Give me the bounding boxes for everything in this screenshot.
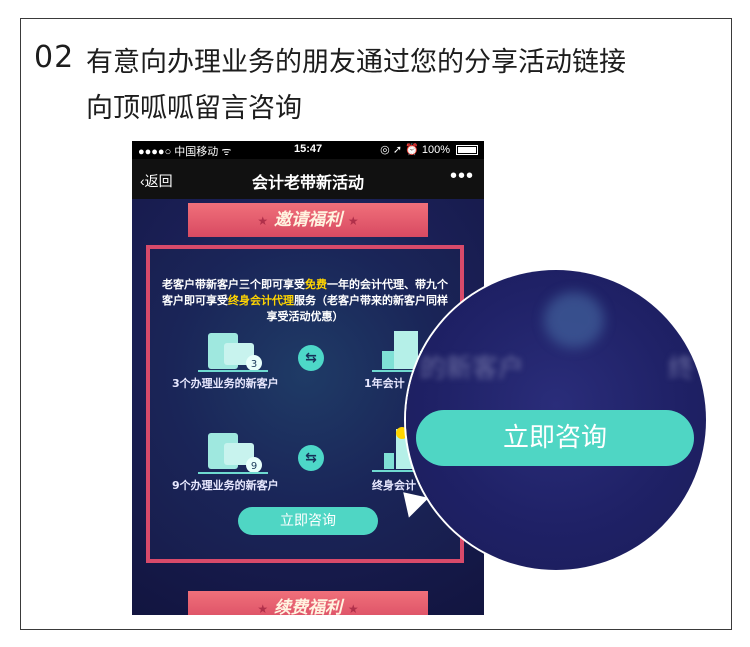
star-icon: ★ — [347, 214, 359, 228]
item-label-9-clients: 9个办理业务的新客户 — [172, 479, 279, 492]
benefit-intro: 老客户带新客户三个即可享受免费一年的会计代理、带九个客户即可享受终身会计代理服务… — [160, 277, 450, 325]
renewal-benefit-ribbon: ★ 续费福利 ★ — [188, 591, 428, 615]
item-label-1-year: 1年会计 — [364, 377, 405, 390]
exchange-icon: ⇆ — [298, 445, 324, 471]
step-number: 02 — [34, 40, 75, 75]
doc-badge: 9 — [251, 461, 257, 472]
nav-bar: ‹返回 会计老带新活动 ••• — [132, 159, 484, 199]
invite-benefit-ribbon: ★ 邀请福利 ★ — [188, 203, 428, 237]
caption-line-2: 向顶呱呱留言咨询 — [86, 93, 302, 124]
ribbon-label: 续费福利 — [274, 598, 342, 615]
blurred-label: 的新客户 — [420, 354, 525, 384]
nav-title: 会计老带新活动 — [251, 175, 364, 192]
documents-icon: 9 — [198, 433, 268, 474]
documents-icon: 3 — [198, 333, 268, 372]
battery-icon — [456, 145, 478, 155]
star-icon: ★ — [257, 602, 269, 615]
item-label-3-clients: 3个办理业务的新客户 — [172, 377, 279, 390]
blurred-label: 终 — [668, 354, 695, 384]
consult-now-button[interactable]: 立即咨询 — [238, 507, 378, 535]
intro-text: 老客户带新客户三个即可享受 — [162, 278, 305, 291]
status-bar: ●●●●○ 中国移动 ᯤ 15:47 ◎ ➚ ⏰ 100% — [132, 141, 484, 159]
status-time: 15:47 — [294, 143, 323, 155]
status-indicators: ◎ ➚ ⏰ 100% — [380, 144, 450, 156]
star-icon: ★ — [257, 214, 269, 228]
doc-badge: 3 — [251, 359, 257, 370]
magnifier-callout: 的新客户 终 立即咨询 — [406, 270, 706, 570]
carrier-label: ●●●●○ 中国移动 ᯤ — [138, 146, 232, 158]
consult-now-button-zoomed[interactable]: 立即咨询 — [416, 410, 694, 466]
exchange-icon: ⇆ — [298, 345, 324, 371]
intro-highlight: 免费 — [305, 278, 327, 291]
blurred-icon — [544, 292, 604, 348]
intro-text: 服务（老客户带来的新客户同样享受活动优惠） — [266, 294, 449, 323]
caption-line-1: 有意向办理业务的朋友通过您的分享活动链接 — [86, 47, 626, 78]
intro-highlight: 终身会计代理 — [228, 294, 294, 307]
ribbon-label: 邀请福利 — [274, 210, 342, 230]
more-menu-icon[interactable]: ••• — [450, 165, 474, 188]
star-icon: ★ — [347, 602, 359, 615]
